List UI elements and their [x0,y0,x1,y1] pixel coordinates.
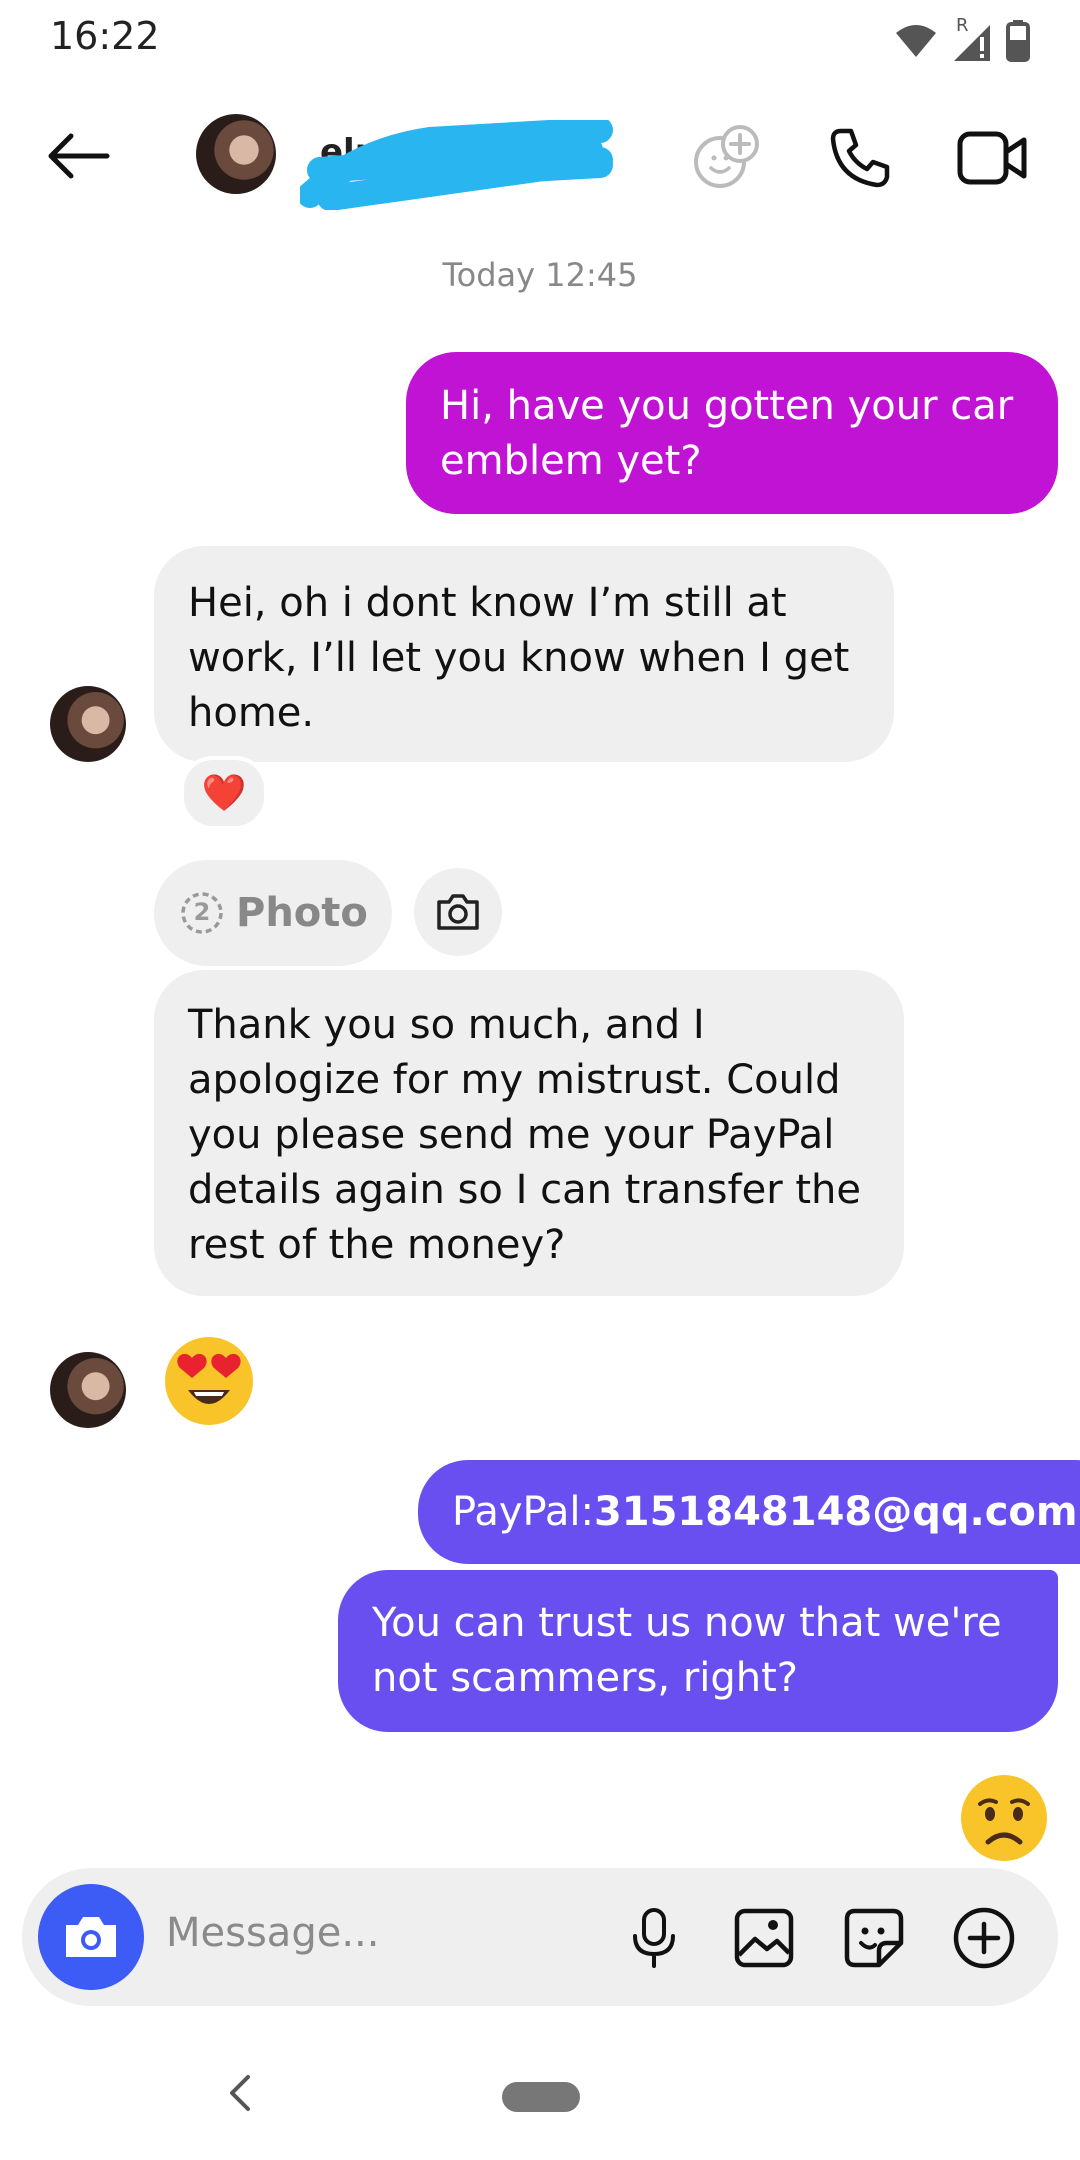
wifi-icon [896,25,936,57]
gallery-button[interactable] [726,1900,802,1976]
camera-icon [66,1917,116,1957]
camera-button[interactable] [38,1884,144,1990]
replay-count: 2 [193,898,211,926]
image-icon [734,1908,794,1968]
message-reaction[interactable]: ❤️ [180,756,268,830]
add-effect-button[interactable] [688,118,768,198]
reply-camera-button[interactable] [414,868,502,956]
camera-icon [437,894,479,930]
plus-circle-icon [953,1907,1015,1969]
sticker-icon [844,1908,904,1968]
status-icons: R [894,15,1030,66]
cell-signal-icon: R [952,15,992,63]
video-camera-icon [957,131,1027,185]
more-options-button[interactable] [946,1900,1022,1976]
microphone-icon [633,1908,675,1968]
outgoing-message[interactable]: Hi, have you gotten your car emblem yet? [406,352,1058,514]
view-once-photo[interactable]: 2 Photo [154,860,392,966]
status-time: 16:22 [50,14,160,58]
paypal-prefix: PayPal: [452,1489,594,1535]
outgoing-message[interactable]: You can trust us now that we're not scam… [338,1570,1058,1732]
battery-icon [1006,20,1030,62]
sticker-button[interactable] [836,1900,912,1976]
smiley-plus-icon [694,125,759,188]
phone-icon [830,128,890,188]
worried-face-emoji[interactable] [958,1772,1050,1864]
roaming-indicator: R [956,15,969,36]
home-pill[interactable] [502,2082,580,2112]
paypal-email[interactable]: 3151848148@qq.com [594,1489,1078,1535]
sender-avatar[interactable] [50,686,126,762]
redaction-scribble [300,120,613,210]
incoming-message[interactable]: Hei, oh i dont know I’m still at work, I… [154,546,894,762]
outgoing-message[interactable]: PayPal: 3151848148@qq.com [418,1460,1080,1564]
heart-eyes-emoji[interactable] [162,1334,256,1428]
arrow-left-icon [48,133,109,178]
replay-count-icon: 2 [180,891,224,935]
incoming-message[interactable]: Thank you so much, and I apologize for m… [154,970,904,1296]
message-timestamp: Today 12:45 [442,256,638,294]
message-input[interactable]: Message... [166,1910,379,1956]
system-back-button[interactable] [220,2068,260,2118]
contact-avatar[interactable] [196,114,276,194]
voice-call-button[interactable] [820,118,900,198]
sender-avatar[interactable] [50,1352,126,1428]
voice-message-button[interactable] [616,1900,692,1976]
video-call-button[interactable] [952,118,1032,198]
chevron-left-icon [230,2075,250,2111]
heart-reaction: ❤️ [201,773,247,814]
back-button[interactable] [40,118,115,193]
photo-label: Photo [236,890,368,936]
